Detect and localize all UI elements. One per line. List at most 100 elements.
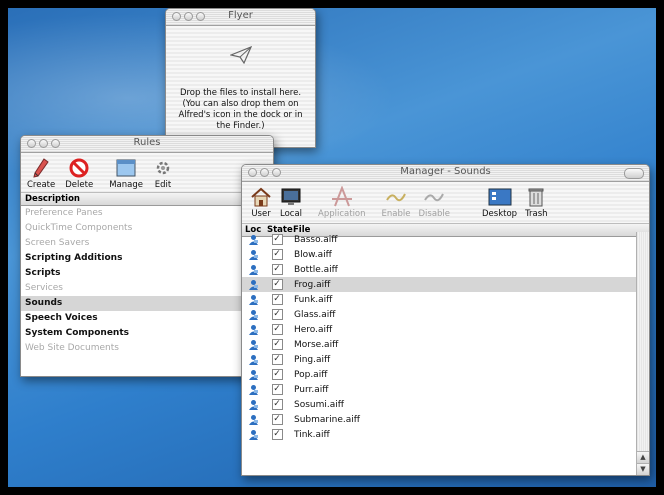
file-name: Tink.aiff [294, 429, 330, 440]
table-row[interactable]: ✓ Morse.aiff [242, 337, 649, 352]
rules-titlebar[interactable]: Rules [21, 136, 273, 153]
list-item[interactable]: System Components [21, 326, 273, 341]
disable-button[interactable]: Disable [418, 185, 450, 219]
loc-cell [242, 264, 264, 275]
enabled-checkbox[interactable]: ✓ [271, 294, 283, 305]
manager-titlebar[interactable]: Manager - Sounds [242, 165, 649, 182]
trash-button[interactable]: Trash [525, 185, 548, 219]
loc-cell [242, 369, 264, 380]
flyer-titlebar[interactable]: Flyer [166, 9, 315, 26]
user-button[interactable]: User [250, 185, 272, 219]
enabled-checkbox[interactable]: ✓ [271, 234, 283, 245]
loc-cell [242, 324, 264, 335]
table-row[interactable]: ✓ Ping.aiff [242, 352, 649, 367]
user-icon [248, 370, 258, 380]
vertical-scrollbar[interactable]: ▲ ▼ [636, 232, 649, 475]
state-cell: ✓ [264, 339, 290, 350]
enabled-checkbox[interactable]: ✓ [271, 414, 283, 425]
list-item-selected[interactable]: Sounds [21, 296, 273, 311]
enabled-checkbox[interactable]: ✓ [271, 369, 283, 380]
toolbar-toggle-button[interactable] [624, 168, 644, 179]
table-row[interactable]: ✓ Blow.aiff [242, 247, 649, 262]
list-item[interactable]: Scripting Additions [21, 251, 273, 266]
state-cell: ✓ [264, 354, 290, 365]
file-name: Funk.aiff [294, 294, 333, 305]
application-button[interactable]: Application [318, 185, 366, 219]
user-icon [248, 340, 258, 350]
enabled-checkbox[interactable]: ✓ [271, 324, 283, 335]
state-cell: ✓ [264, 384, 290, 395]
description-column-header[interactable]: Description [21, 193, 273, 206]
file-name: Purr.aiff [294, 384, 329, 395]
gear-icon [156, 161, 170, 175]
state-cell: ✓ [264, 249, 290, 260]
file-name: Hero.aiff [294, 324, 333, 335]
local-button[interactable]: Local [280, 185, 302, 219]
create-button[interactable]: Create [27, 156, 55, 190]
list-item[interactable]: QuickTime Components [21, 221, 273, 236]
enable-icon [386, 193, 406, 202]
state-cell: ✓ [264, 264, 290, 275]
manage-button[interactable]: Manage [109, 156, 143, 190]
window-title: Manager - Sounds [400, 166, 491, 177]
enabled-checkbox[interactable]: ✓ [271, 249, 283, 260]
enabled-checkbox[interactable]: ✓ [271, 339, 283, 350]
enabled-checkbox[interactable]: ✓ [271, 384, 283, 395]
user-icon [248, 385, 258, 395]
enabled-checkbox[interactable]: ✓ [271, 309, 283, 320]
drop-zone[interactable]: Drop the files to install here. (You can… [166, 26, 315, 147]
table-row[interactable]: ✓ Bottle.aiff [242, 262, 649, 277]
rules-list: Preference Panes QuickTime Components Sc… [21, 206, 273, 356]
list-item[interactable]: Services [21, 281, 273, 296]
table-row[interactable]: ✓ Glass.aiff [242, 307, 649, 322]
list-item[interactable]: Speech Voices [21, 311, 273, 326]
user-icon [248, 280, 258, 290]
scroll-down-button[interactable]: ▼ [637, 463, 649, 475]
file-name: Pop.aiff [294, 369, 328, 380]
file-name: Submarine.aiff [294, 414, 360, 425]
list-item[interactable]: Web Site Documents [21, 341, 273, 356]
delete-button[interactable]: Delete [65, 156, 93, 190]
table-row[interactable]: ✓ Purr.aiff [242, 382, 649, 397]
table-row[interactable]: ✓ Pop.aiff [242, 367, 649, 382]
state-cell: ✓ [264, 429, 290, 440]
window-icon [116, 159, 136, 177]
list-item[interactable]: Preference Panes [21, 206, 273, 221]
table-row[interactable]: ✓ Submarine.aiff [242, 412, 649, 427]
table-row[interactable]: ✓ Tink.aiff [242, 427, 649, 442]
user-icon [248, 310, 258, 320]
list-item[interactable]: Screen Savers [21, 236, 273, 251]
state-cell: ✓ [264, 309, 290, 320]
enabled-checkbox[interactable]: ✓ [271, 279, 283, 290]
loc-cell [242, 309, 264, 320]
file-rows: ✓ Basso.aiff ✓ Blow.aiff ✓ Bottle.aiff ✓ Frog.a… [242, 232, 649, 442]
rules-window: Rules Create Delete Manage Edit Descript… [20, 135, 274, 377]
user-icon [248, 400, 258, 410]
edit-button[interactable]: Edit [153, 156, 173, 190]
user-icon [248, 430, 258, 440]
table-row[interactable]: ✓ Sosumi.aiff [242, 397, 649, 412]
table-row[interactable]: ✓ Hero.aiff [242, 322, 649, 337]
paper-plane-icon [229, 46, 252, 64]
table-row[interactable]: ✓ Funk.aiff [242, 292, 649, 307]
flyer-window: Flyer Drop the files to install here. (Y… [165, 8, 316, 148]
enabled-checkbox[interactable]: ✓ [271, 429, 283, 440]
table-row[interactable]: ✓ Basso.aiff [242, 232, 649, 247]
file-name: Basso.aiff [294, 234, 338, 245]
scroll-up-button[interactable]: ▲ [637, 451, 649, 463]
desktop-button[interactable]: Desktop [482, 185, 517, 219]
pencil-icon [33, 158, 49, 178]
enabled-checkbox[interactable]: ✓ [271, 264, 283, 275]
state-cell: ✓ [264, 234, 290, 245]
disable-icon [424, 193, 445, 202]
monitor-icon [281, 188, 301, 205]
enabled-checkbox[interactable]: ✓ [271, 354, 283, 365]
list-item[interactable]: Scripts [21, 266, 273, 281]
enabled-checkbox[interactable]: ✓ [271, 399, 283, 410]
table-row-selected[interactable]: ✓ Frog.aiff [242, 277, 649, 292]
enable-button[interactable]: Enable [382, 185, 410, 219]
loc-cell [242, 399, 264, 410]
application-icon [331, 186, 352, 207]
file-name: Glass.aiff [294, 309, 336, 320]
manager-window: Manager - Sounds User Local Application … [241, 164, 650, 476]
